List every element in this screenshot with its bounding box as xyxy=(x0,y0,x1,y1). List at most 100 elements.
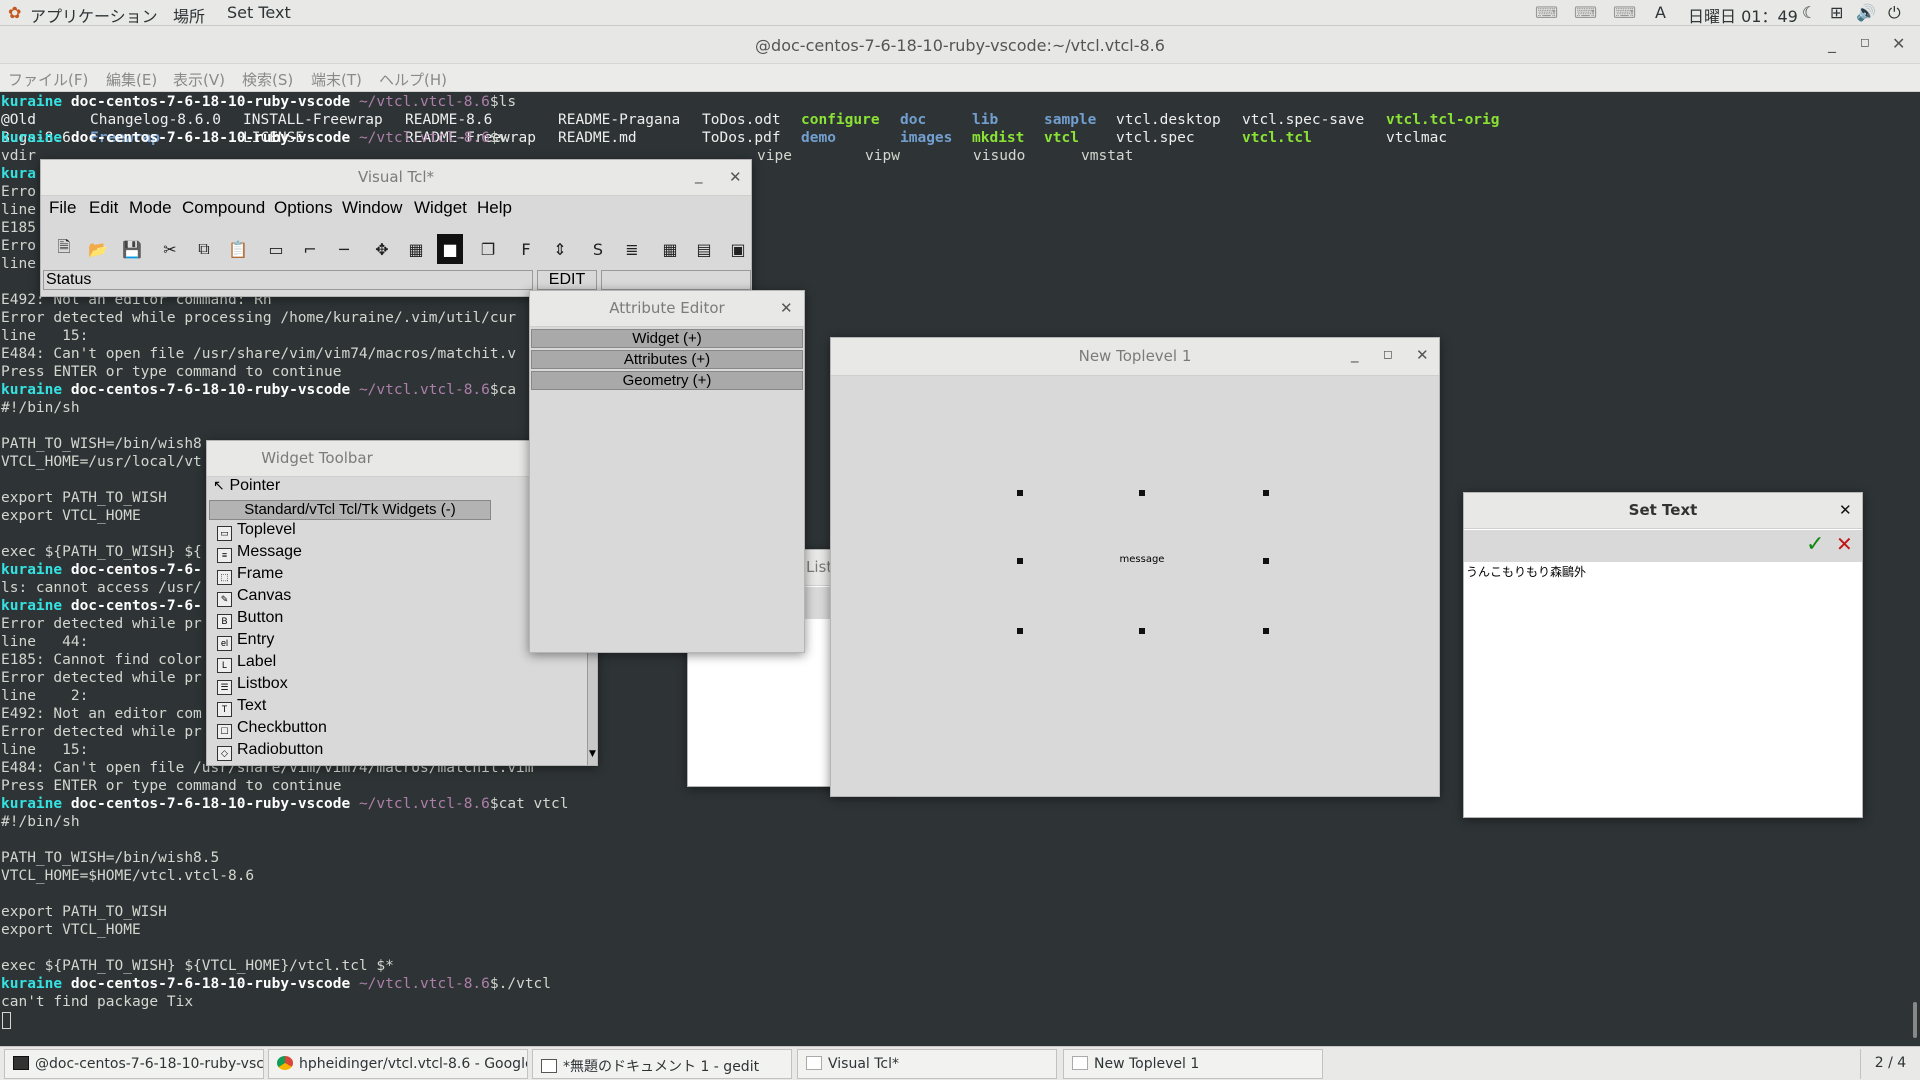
widget-item-label[interactable]: L Label xyxy=(217,653,276,675)
completion-item: vipe xyxy=(757,148,792,164)
widget-item-entry[interactable]: el Entry xyxy=(217,631,274,653)
selection-handle[interactable] xyxy=(1139,628,1145,634)
save-icon[interactable]: 💾 xyxy=(119,234,145,264)
widget-item-button[interactable]: B Button xyxy=(217,609,283,631)
widget-item-toplevel[interactable]: ▭ Toplevel xyxy=(217,521,296,543)
volume-icon[interactable]: 🔊 xyxy=(1856,3,1876,22)
maximize-icon[interactable]: ◻ xyxy=(1383,347,1393,361)
terminal-titlebar[interactable]: @doc-centos-7-6-18-10-ruby-vscode:~/vtcl… xyxy=(0,26,1920,64)
widget-section[interactable]: Widget (+) xyxy=(531,329,803,348)
menu-options[interactable]: Options xyxy=(274,198,333,218)
widget-item-listbox[interactable]: ☰ Listbox xyxy=(217,675,288,697)
widget-item-message[interactable]: ≡ Message xyxy=(217,543,302,565)
keyboard-icon-3[interactable]: ⌨ xyxy=(1613,3,1636,22)
widget-item-radiobutton[interactable]: ◇ Radiobutton xyxy=(217,741,323,763)
selection-handle[interactable] xyxy=(1017,628,1023,634)
terminal-scrollbar[interactable] xyxy=(1910,92,1920,1040)
script-icon[interactable]: S xyxy=(585,234,611,264)
attribute-editor-titlebar[interactable]: Attribute Editor ✕ xyxy=(530,291,804,327)
task-gedit[interactable]: *無題のドキュメント 1 - gedit xyxy=(532,1049,792,1079)
widget-item-text[interactable]: T Text xyxy=(217,697,266,719)
close-icon[interactable]: ✕ xyxy=(1416,346,1429,364)
frame-icon[interactable]: ⌐ xyxy=(297,234,323,264)
layout-icon[interactable]: ▤ xyxy=(691,234,717,264)
menu-edit[interactable]: 編集(E) xyxy=(106,69,157,90)
geometry-section[interactable]: Geometry (+) xyxy=(531,371,803,390)
menu-help[interactable]: ヘルプ(H) xyxy=(379,69,447,90)
menu-view[interactable]: 表示(V) xyxy=(173,69,225,90)
toplevel-icon[interactable]: ▭ xyxy=(263,234,289,264)
keyboard-icon-2[interactable]: ⌨ xyxy=(1574,3,1597,22)
lower-icon[interactable]: ❐ xyxy=(475,234,501,264)
copy-icon[interactable]: ⧉ xyxy=(191,234,217,264)
selection-handle[interactable] xyxy=(1263,490,1269,496)
paste-icon[interactable]: 📋 xyxy=(225,234,251,264)
close-icon[interactable]: ✕ xyxy=(780,299,793,317)
open-folder-icon[interactable]: 📂 xyxy=(85,234,111,264)
vtcl-titlebar[interactable]: Visual Tcl* _ ✕ xyxy=(41,160,751,196)
menu-window[interactable]: Window xyxy=(342,198,402,218)
message-widget[interactable]: message xyxy=(1017,490,1269,634)
menu-file[interactable]: File xyxy=(49,198,76,218)
active-app-menu[interactable]: Set Text xyxy=(227,3,291,22)
keyboard-icon[interactable]: ⌨ xyxy=(1535,3,1558,22)
cut-icon[interactable]: ✂ xyxy=(157,234,183,264)
align-icon[interactable]: ⇕ xyxy=(547,234,573,264)
workspace-indicator[interactable]: 2 / 4 xyxy=(1860,1049,1920,1079)
selection-handle[interactable] xyxy=(1263,628,1269,634)
menu-terminal[interactable]: 端末(T) xyxy=(311,69,362,90)
text-align-icon[interactable]: ≣ xyxy=(619,234,645,264)
close-icon[interactable]: ✕ xyxy=(1839,501,1852,519)
minimize-icon[interactable]: _ xyxy=(1828,34,1836,53)
widget-item-canvas[interactable]: ✎ Canvas xyxy=(217,587,291,609)
pointer-tool[interactable]: ↖ Pointer xyxy=(213,477,280,499)
input-method-indicator[interactable]: A xyxy=(1655,3,1666,22)
selection-handle[interactable] xyxy=(1017,490,1023,496)
power-icon[interactable]: ⏻ xyxy=(1888,3,1901,23)
task-new-toplevel[interactable]: New Toplevel 1 xyxy=(1063,1049,1323,1079)
task-terminal[interactable]: @doc-centos-7-6-18-10-ruby-vsco… xyxy=(4,1049,264,1079)
menu-compound[interactable]: Compound xyxy=(182,198,265,218)
applications-menu[interactable]: アプリケーション xyxy=(30,3,158,27)
selection-handle[interactable] xyxy=(1139,490,1145,496)
new-toplevel-titlebar[interactable]: New Toplevel 1 _ ◻ ✕ xyxy=(831,338,1439,376)
menu-search[interactable]: 検索(S) xyxy=(242,69,293,90)
widget-group-header[interactable]: Standard/vTcl Tcl/Tk Widgets (-) xyxy=(209,500,491,520)
menu-file[interactable]: ファイル(F) xyxy=(8,69,88,90)
task-chrome[interactable]: hpheidinger/vtcl.vtcl-8.6 - Google C… xyxy=(268,1049,528,1079)
menu-help[interactable]: Help xyxy=(477,198,512,218)
places-menu[interactable]: 場所 xyxy=(173,3,205,27)
night-light-icon[interactable]: ☾ xyxy=(1802,3,1816,22)
geometry-icon[interactable]: ▣ xyxy=(725,234,751,264)
font-icon[interactable]: F xyxy=(513,234,539,264)
close-icon[interactable]: ✕ xyxy=(729,168,742,186)
clock[interactable]: 日曜日 01：49 xyxy=(1688,3,1798,27)
minimize-icon[interactable]: _ xyxy=(1351,345,1359,363)
menu-edit[interactable]: Edit xyxy=(89,198,118,218)
widget-item-frame[interactable]: ⬚ Frame xyxy=(217,565,283,587)
set-text-area[interactable]: うんこもりもり森鷗外 xyxy=(1466,563,1860,813)
scrollbar-thumb[interactable] xyxy=(1913,1002,1917,1038)
network-icon[interactable]: ⊞ xyxy=(1830,3,1843,22)
attributes-section[interactable]: Attributes (+) xyxy=(531,350,803,369)
minimize-icon[interactable]: _ xyxy=(695,166,703,184)
terminal-line: Error detected while processing /home/ku… xyxy=(1,310,517,326)
menu-widget[interactable]: Widget xyxy=(414,198,467,218)
task-vtcl[interactable]: Visual Tcl* xyxy=(797,1049,1057,1079)
maximize-icon[interactable]: ◻ xyxy=(1860,35,1870,49)
scroll-down-icon[interactable]: ▼ xyxy=(589,749,596,759)
grid-icon[interactable]: ▦ xyxy=(657,234,683,264)
checkmark-icon[interactable]: ✓ xyxy=(1806,532,1824,557)
cancel-icon[interactable]: ✕ xyxy=(1836,532,1853,556)
new-file-icon[interactable]: 🗎 xyxy=(51,234,77,264)
radiobutton-icon: ◇ xyxy=(217,746,232,761)
set-text-titlebar[interactable]: Set Text ✕ xyxy=(1464,493,1862,529)
raise-icon[interactable]: ■ xyxy=(437,234,463,264)
foot-icon[interactable]: ✿ xyxy=(8,3,21,22)
widget-item-checkbutton[interactable]: ☐ Checkbutton xyxy=(217,719,327,741)
separator-icon[interactable]: ─ xyxy=(331,234,357,264)
move-icon[interactable]: ✥ xyxy=(369,234,395,264)
menu-mode[interactable]: Mode xyxy=(129,198,172,218)
close-icon[interactable]: ✕ xyxy=(1892,34,1905,53)
widget-tree-icon[interactable]: ▦ xyxy=(403,234,429,264)
